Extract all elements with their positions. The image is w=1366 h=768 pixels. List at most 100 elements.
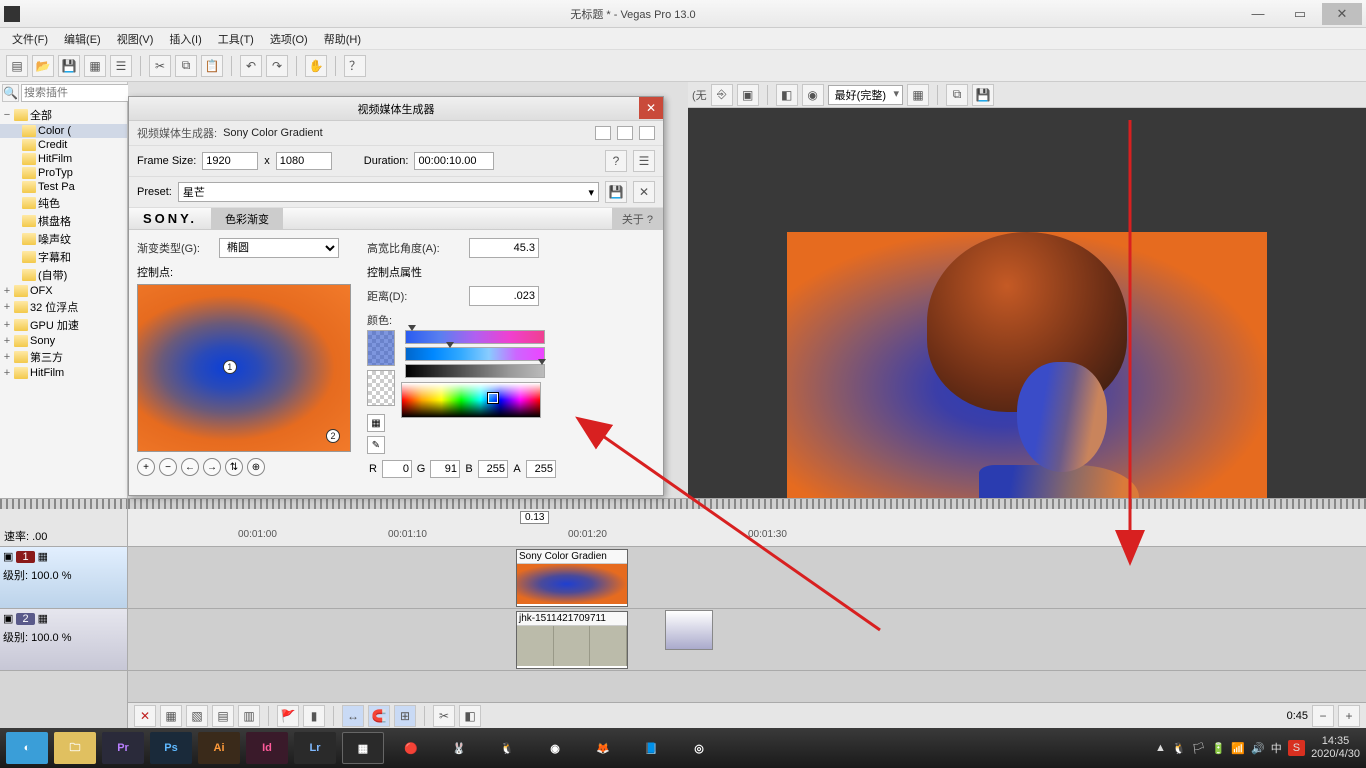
taskbar-vegas-icon[interactable]: ▦ [342,732,384,764]
tree-folder[interactable]: HitFilm [30,367,64,379]
dialog-titlebar[interactable]: 视频媒体生成器 ✕ [129,97,663,121]
menu-file[interactable]: 文件(F) [6,29,54,49]
tab-color-gradient[interactable]: 色彩渐变 [211,208,283,230]
cut-icon[interactable]: ✂ [149,55,171,77]
tool-icon[interactable]: ▧ [186,705,208,727]
b-input[interactable] [478,460,508,478]
tree-item[interactable]: 纯色 [38,195,60,211]
tree-item[interactable]: (自带) [38,267,67,283]
undo-icon[interactable]: ↶ [240,55,262,77]
gradient-preview[interactable]: 1 2 [137,284,351,452]
copy-frame-icon[interactable]: ⧉ [946,84,968,106]
tree-item[interactable]: ProTyp [38,167,73,179]
ext-monitor-icon[interactable]: ⎆ [711,84,733,106]
tool-icon[interactable]: ▥ [238,705,260,727]
taskbar-app-icon[interactable]: ◐ [6,732,48,764]
distance-input[interactable] [469,286,539,306]
open-icon[interactable]: 📂 [32,55,54,77]
taskbar-photoshop-icon[interactable]: Ps [150,732,192,764]
r-input[interactable] [382,460,412,478]
prev-point-icon[interactable]: ← [181,458,199,476]
clip-gradient[interactable]: Sony Color Gradien [516,549,628,607]
tree-root[interactable]: 全部 [30,107,52,123]
copy-icon[interactable]: ⧉ [175,55,197,77]
control-point-2[interactable]: 2 [326,429,340,443]
taskbar-sogou-icon[interactable]: ◎ [678,732,720,764]
tree-item[interactable]: 棋盘格 [38,213,71,229]
track-lane-2[interactable]: jhk-1511421709711 [128,609,1366,671]
tree-item[interactable]: 字幕和 [38,249,71,265]
color-field[interactable] [401,382,541,418]
tree-folder[interactable]: OFX [30,285,53,297]
maximize-button[interactable]: ▭ [1280,3,1320,25]
menu-options[interactable]: 选项(O) [264,29,314,49]
taskbar-premiere-icon[interactable]: Pr [102,732,144,764]
tree-folder[interactable]: Sony [30,335,55,347]
timeline-ruler[interactable]: 0.13 00:01:00 00:01:10 00:01:20 00:01:30 [128,509,1366,547]
touch-icon[interactable]: ✋ [305,55,327,77]
menu-view[interactable]: 视图(V) [111,29,160,49]
track-lane-1[interactable]: Sony Color Gradien [128,547,1366,609]
frame-height-input[interactable] [276,152,332,170]
zoom-in-icon[interactable]: + [1338,705,1360,727]
tree-item[interactable]: Color ( [38,125,71,137]
region-icon[interactable]: ▮ [303,705,325,727]
view-mode-icon[interactable] [617,126,633,140]
tool-icon[interactable]: ▦ [160,705,182,727]
help-icon[interactable]: ？ [344,55,366,77]
add-point-icon[interactable]: + [137,458,155,476]
tray-sogou-badge[interactable]: S [1288,740,1305,756]
tool-icon[interactable]: ▤ [212,705,234,727]
menu-edit[interactable]: 编辑(E) [58,29,107,49]
tree-item[interactable]: HitFilm [38,153,72,165]
remove-point-icon[interactable]: − [159,458,177,476]
view-mode-icon[interactable] [639,126,655,140]
tray-ime[interactable]: 中 [1271,740,1282,756]
alpha-swatch[interactable] [367,370,395,406]
color-cursor[interactable] [488,393,498,403]
zoom-out-icon[interactable]: − [1312,705,1334,727]
palette-icon[interactable]: ▦ [367,414,385,432]
tray-up-icon[interactable]: ▲ [1155,742,1166,754]
taskbar-illustrator-icon[interactable]: Ai [198,732,240,764]
dialog-close-button[interactable]: ✕ [639,97,663,119]
delete-icon[interactable]: ✕ [134,705,156,727]
gradient-type-select[interactable]: 椭圆 [219,238,339,258]
tree-folder[interactable]: 32 位浮点 [30,299,78,315]
tray-volume-icon[interactable]: 🔊 [1251,742,1265,755]
tree-folder[interactable]: GPU 加速 [30,317,79,333]
spread-icon[interactable]: ⊕ [247,458,265,476]
g-input[interactable] [430,460,460,478]
tool-icon[interactable]: ◧ [459,705,481,727]
taskbar-chrome-icon[interactable]: ◉ [534,732,576,764]
duration-input[interactable] [414,152,494,170]
about-link[interactable]: 关于 ? [612,208,663,230]
taskbar-lightroom-icon[interactable]: Lr [294,732,336,764]
track-header-1[interactable]: ▣ 1 ▦ 级别: 100.0 % [0,547,127,609]
render-icon[interactable]: ▦ [84,55,106,77]
redo-icon[interactable]: ↷ [266,55,288,77]
clip-video[interactable]: jhk-1511421709711 [516,611,628,669]
playhead-position[interactable]: 0.13 [520,511,549,524]
snap-icon[interactable]: ⊞ [394,705,416,727]
settings-icon[interactable]: ☰ [633,150,655,172]
paste-icon[interactable]: 📋 [201,55,223,77]
tree-item[interactable]: 噪声纹 [38,231,71,247]
split-icon[interactable]: ◧ [776,84,798,106]
fx-icon[interactable]: ◉ [802,84,824,106]
help-icon[interactable]: ? [605,150,627,172]
save-preset-icon[interactable]: 💾 [605,181,627,203]
quality-dropdown[interactable]: 最好(完整) [828,85,903,105]
new-icon[interactable]: ▤ [6,55,28,77]
taskbar-explorer-icon[interactable]: 🗀 [54,732,96,764]
tree-item[interactable]: Test Pa [38,181,75,193]
tray-qq-icon[interactable]: 🐧 [1172,742,1186,755]
taskbar-qq-icon[interactable]: 🐧 [486,732,528,764]
menu-insert[interactable]: 插入(I) [163,29,207,49]
delete-preset-icon[interactable]: ✕ [633,181,655,203]
save-frame-icon[interactable]: 💾 [972,84,994,106]
value-slider[interactable] [405,364,545,378]
taskbar-app-icon[interactable]: 🐰 [438,732,480,764]
taskbar-notes-icon[interactable]: 📘 [630,732,672,764]
grid-icon[interactable]: ▦ [907,84,929,106]
